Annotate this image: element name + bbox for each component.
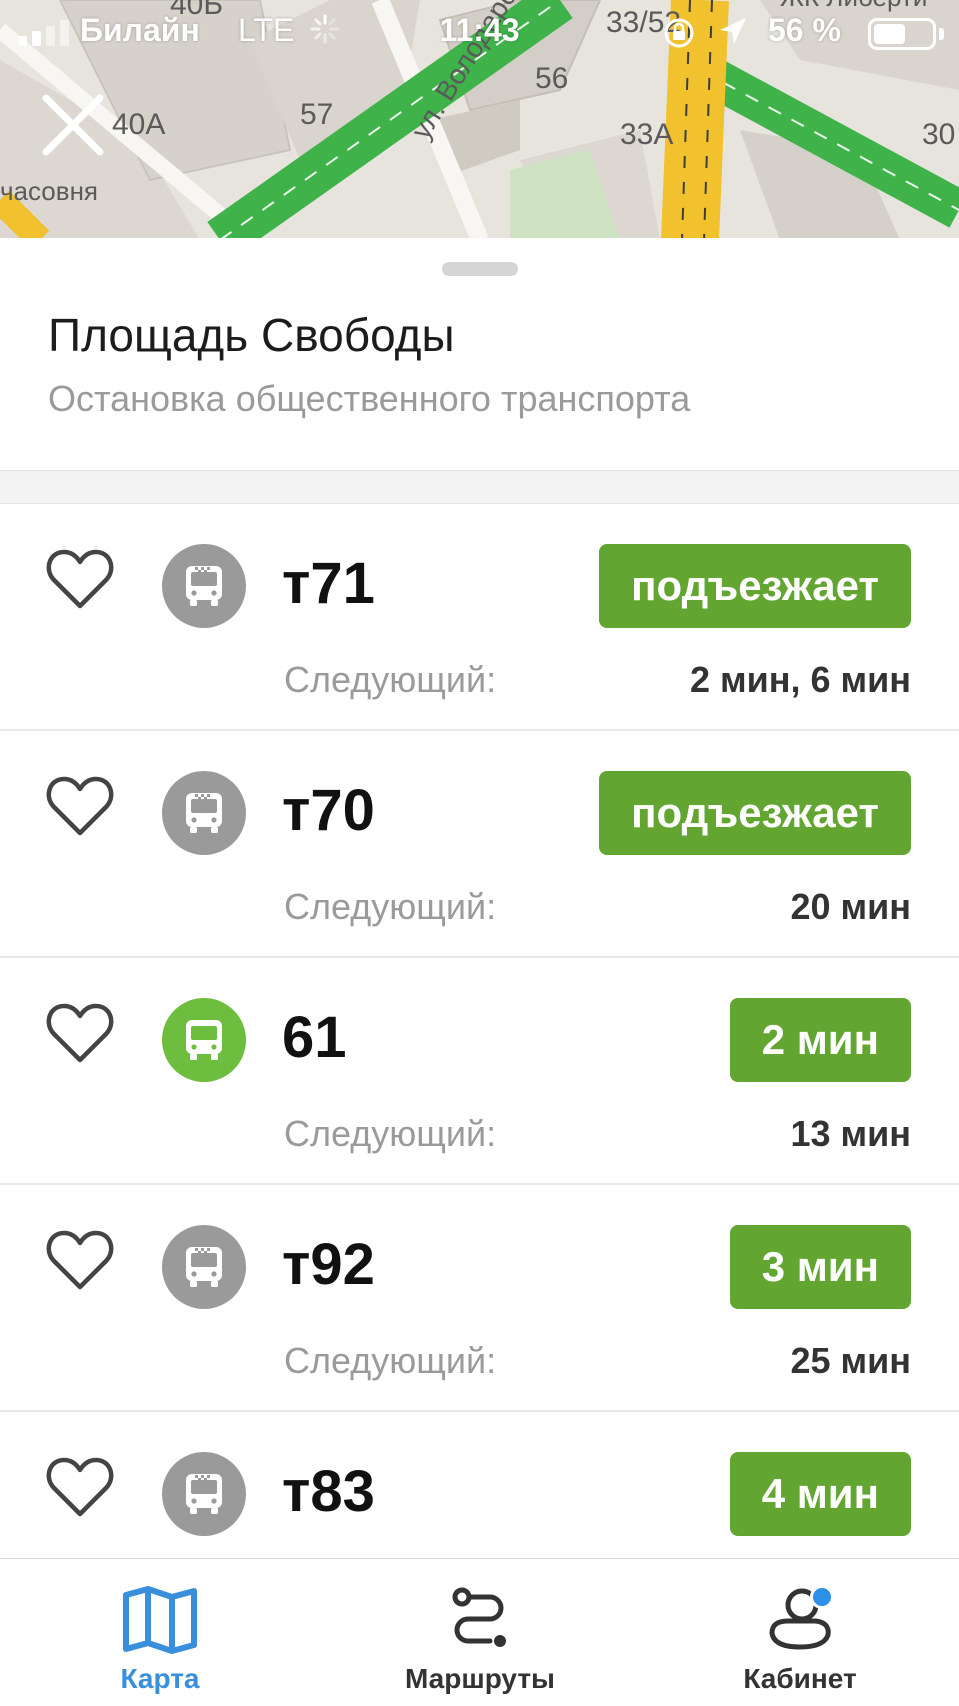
next-arrivals: 20 мин xyxy=(790,886,911,927)
route-number: т70 xyxy=(282,778,375,843)
favorite-button[interactable] xyxy=(46,775,114,837)
battery-icon xyxy=(868,18,936,50)
tab-label: Кабинет xyxy=(743,1663,857,1694)
route-row-т71[interactable]: т71 подъезжает Следующий: 2 мин, 6 мин xyxy=(0,504,959,731)
bus-icon xyxy=(186,566,222,606)
map-icon xyxy=(123,1586,197,1654)
tab-profile[interactable]: Кабинет xyxy=(680,1559,920,1706)
vehicle-badge xyxy=(162,1452,246,1536)
map-label: 33А xyxy=(620,118,674,151)
eta-badge: 4 мин xyxy=(729,1452,911,1536)
heart-icon xyxy=(46,776,114,836)
eta-badge: подъезжает xyxy=(599,771,911,855)
favorite-button[interactable] xyxy=(46,1002,114,1064)
tab-routes[interactable]: Маршруты xyxy=(360,1559,600,1706)
location-arrow-icon xyxy=(718,16,748,54)
map-label: 57 xyxy=(300,98,334,131)
battery-percent: 56 % xyxy=(768,12,841,48)
next-label: Следующий: xyxy=(284,886,497,927)
heart-icon xyxy=(46,1230,114,1290)
route-number: т83 xyxy=(282,1459,375,1524)
next-arrivals: 25 мин xyxy=(790,1340,911,1381)
bus-icon xyxy=(186,1474,222,1514)
favorite-button[interactable] xyxy=(46,1456,114,1518)
map-label: часовня xyxy=(0,176,99,206)
map-label: 30 xyxy=(922,118,956,151)
sheet-grabber[interactable] xyxy=(442,262,518,276)
battery-level xyxy=(874,24,906,44)
heart-icon xyxy=(46,549,114,609)
close-icon xyxy=(42,94,104,156)
orientation-lock-icon xyxy=(662,16,696,58)
vehicle-badge xyxy=(162,544,246,628)
next-arrivals: 13 мин xyxy=(790,1113,911,1154)
battery-cap xyxy=(939,28,944,40)
route-row-т92[interactable]: т92 3 мин Следующий: 25 мин xyxy=(0,1185,959,1412)
favorite-button[interactable] xyxy=(46,1229,114,1291)
vehicle-badge xyxy=(162,771,246,855)
eta-badge: 3 мин xyxy=(729,1225,911,1309)
close-button[interactable] xyxy=(38,90,108,160)
tab-map[interactable]: Карта xyxy=(40,1559,280,1706)
stop-sheet: Площадь Свободы Остановка общественного … xyxy=(0,238,959,1639)
bus-icon xyxy=(186,1247,222,1287)
route-row-т70[interactable]: т70 подъезжает Следующий: 20 мин xyxy=(0,731,959,958)
route-number: 61 xyxy=(282,1005,347,1070)
route-row-61[interactable]: 61 2 мин Следующий: 13 мин xyxy=(0,958,959,1185)
heart-icon xyxy=(46,1457,114,1517)
next-label: Следующий: xyxy=(284,1340,497,1381)
next-label: Следующий: xyxy=(284,1113,497,1154)
route-number: т92 xyxy=(282,1232,375,1297)
notification-dot xyxy=(810,1585,834,1609)
bus-icon xyxy=(186,793,222,833)
favorite-button[interactable] xyxy=(46,548,114,610)
heart-icon xyxy=(46,1003,114,1063)
routes-icon xyxy=(452,1587,506,1647)
vehicle-badge xyxy=(162,998,246,1082)
page-title: Площадь Свободы xyxy=(48,309,455,361)
tab-bar: Карта Маршруты Кабинет xyxy=(0,1558,959,1706)
route-list: т71 подъезжает Следующий: 2 мин, 6 мин т… xyxy=(0,504,959,1639)
next-arrivals: 2 мин, 6 мин xyxy=(689,659,911,700)
status-bar: Билайн LTE 11:43 56 % xyxy=(0,0,959,62)
tab-label: Маршруты xyxy=(405,1663,555,1694)
next-label: Следующий: xyxy=(284,659,497,700)
divider xyxy=(0,470,959,504)
map-label: 40А xyxy=(112,108,166,141)
stop-subtitle: Остановка общественного транспорта xyxy=(48,378,691,419)
map-label: 56 xyxy=(535,62,569,95)
bus-icon xyxy=(186,1020,222,1060)
eta-badge: подъезжает xyxy=(599,544,911,628)
eta-badge: 2 мин xyxy=(729,998,911,1082)
vehicle-badge xyxy=(162,1225,246,1309)
route-number: т71 xyxy=(282,551,375,616)
tab-label: Карта xyxy=(120,1663,200,1694)
